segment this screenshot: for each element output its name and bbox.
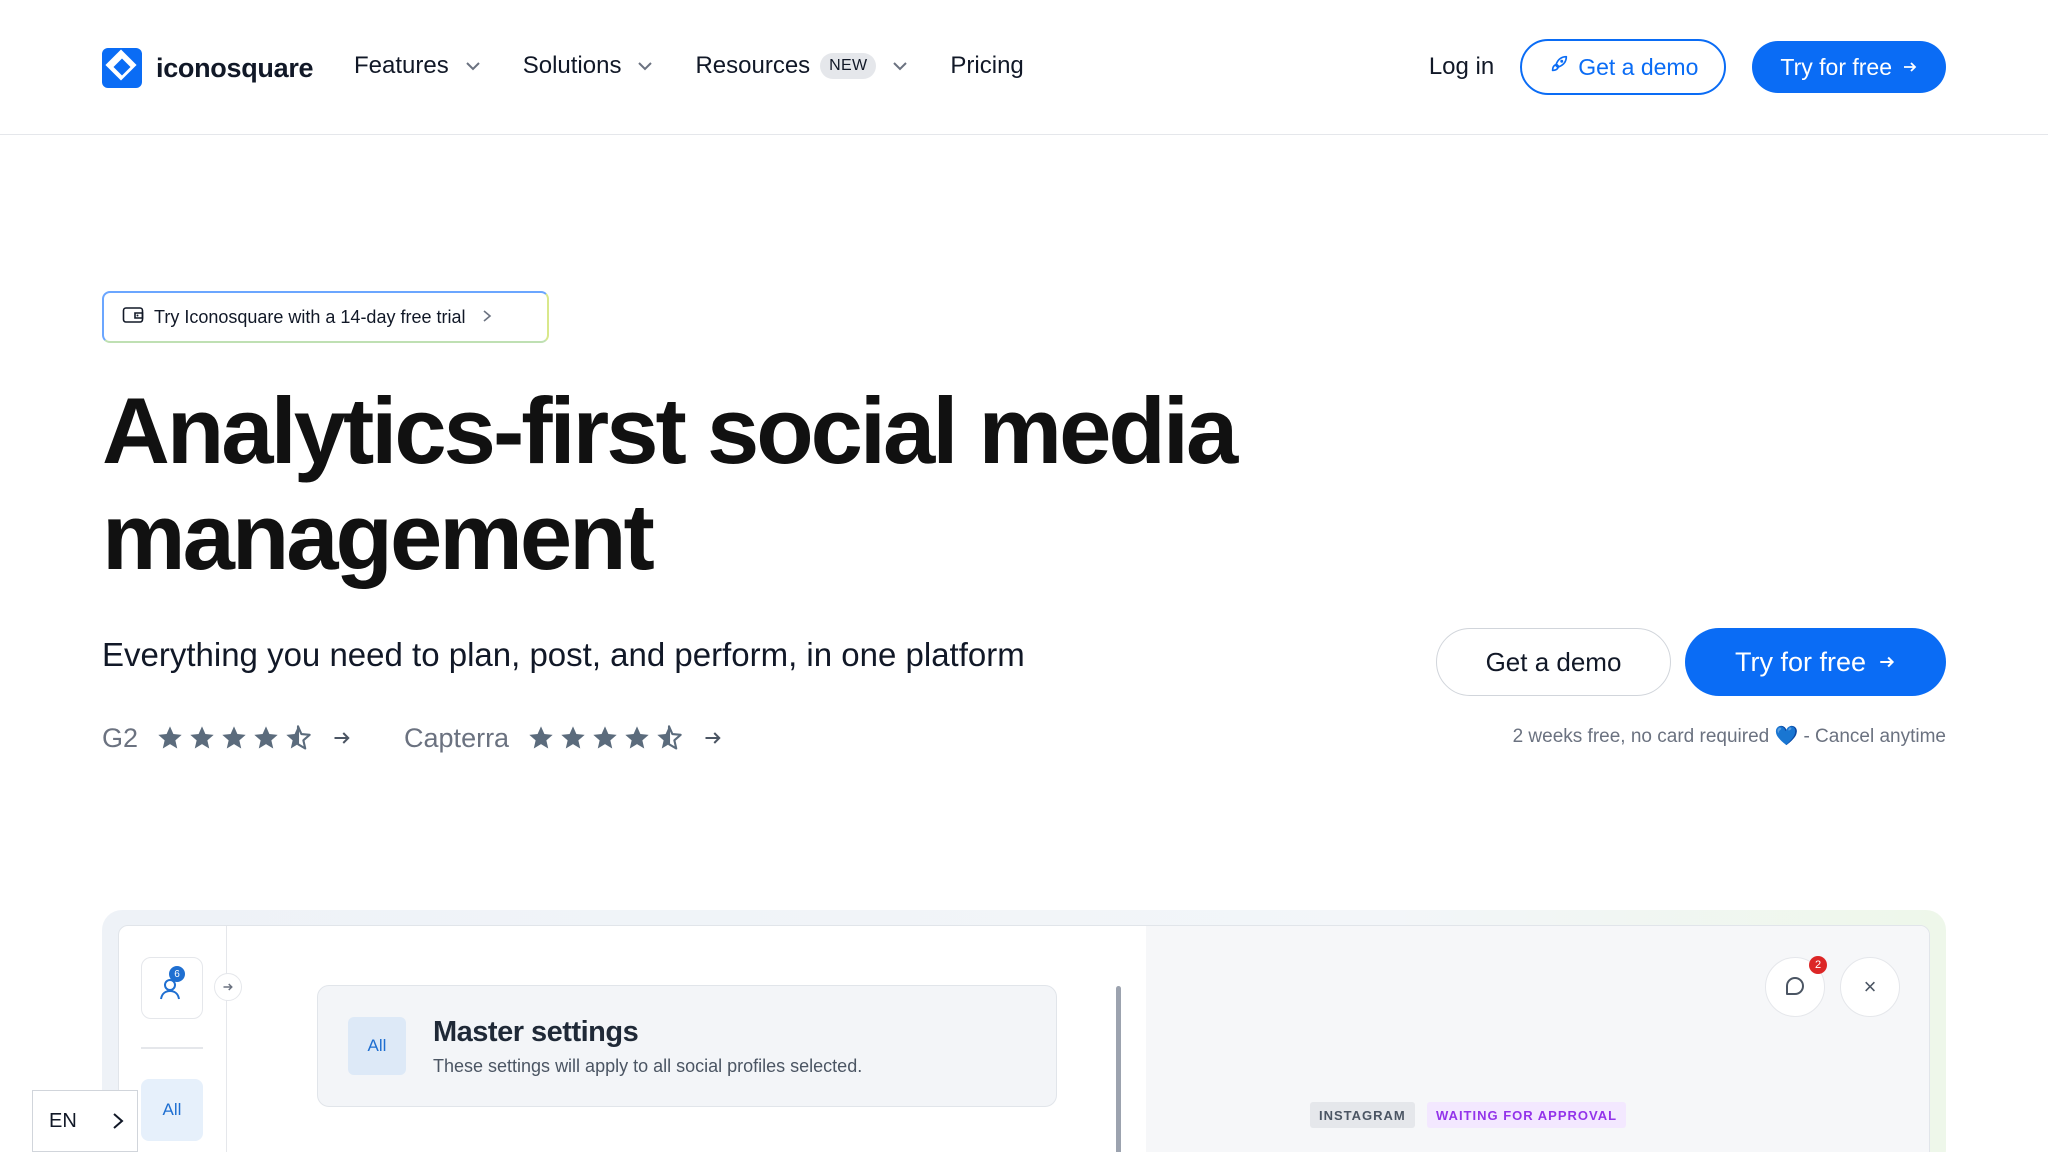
hero-get-demo-button[interactable]: Get a demo bbox=[1436, 628, 1671, 696]
all-badge: All bbox=[348, 1017, 406, 1075]
arrow-right-icon bbox=[705, 732, 721, 744]
nav-get-demo-button[interactable]: Get a demo bbox=[1520, 39, 1727, 95]
chevron-down-icon bbox=[463, 56, 483, 76]
menu-label: Resources bbox=[695, 52, 811, 79]
rating-source: G2 bbox=[102, 722, 139, 753]
star-icon bbox=[158, 726, 182, 749]
cta-note-text: 2 weeks free, no card required bbox=[1512, 726, 1770, 747]
divider bbox=[141, 1047, 203, 1049]
nav-try-free-label: Try for free bbox=[1780, 53, 1892, 80]
menu-label: Pricing bbox=[950, 52, 1024, 79]
nav-try-free-button[interactable]: Try for free bbox=[1752, 41, 1946, 93]
logo-text: iconosquare bbox=[156, 52, 314, 83]
free-trial-text: Try Iconosquare with a 14-day free trial bbox=[154, 306, 466, 327]
close-button[interactable]: × bbox=[1840, 957, 1900, 1017]
page-headline: Analytics-first social media management bbox=[102, 378, 1238, 589]
page-subheadline: Everything you need to plan, post, and p… bbox=[102, 636, 1025, 673]
ratings-row: G2 Capterra bbox=[102, 718, 775, 758]
rating-source: Capterra bbox=[404, 722, 510, 753]
language-selector[interactable]: EN bbox=[32, 1090, 138, 1152]
hero-cta-group: Get a demo Try for free bbox=[1436, 628, 1946, 696]
arrow-right-icon bbox=[1902, 54, 1918, 81]
network-tag: INSTAGRAM bbox=[1310, 1102, 1415, 1128]
rating-capterra[interactable]: Capterra bbox=[404, 723, 723, 754]
master-settings-card[interactable]: All Master settings These settings will … bbox=[317, 985, 1057, 1107]
login-link[interactable]: Log in bbox=[1429, 53, 1494, 81]
star-icon bbox=[625, 726, 649, 749]
nav-get-demo-label: Get a demo bbox=[1578, 53, 1699, 80]
chat-bubble-icon bbox=[1786, 977, 1804, 995]
status-badge: WAITING FOR APPROVAL bbox=[1427, 1102, 1627, 1128]
menu-item-resources[interactable]: Resources NEW bbox=[695, 52, 910, 80]
product-preview: 6 All All Master settings These settings… bbox=[118, 925, 1930, 1152]
star-half-icon bbox=[286, 725, 311, 750]
logo-mark-icon bbox=[102, 48, 142, 88]
expand-sidebar-button[interactable] bbox=[214, 973, 242, 1001]
star-icon bbox=[222, 726, 246, 749]
logo[interactable]: iconosquare bbox=[102, 48, 314, 88]
menu-item-features[interactable]: Features bbox=[354, 52, 483, 80]
arrow-right-icon bbox=[223, 983, 233, 991]
cta-note-cancel: - Cancel anytime bbox=[1803, 726, 1946, 747]
free-trial-pill[interactable]: Try Iconosquare with a 14-day free trial bbox=[102, 291, 549, 343]
arrow-right-icon bbox=[334, 732, 350, 744]
star-rating bbox=[527, 724, 683, 752]
profile-count-badge: 6 bbox=[169, 966, 185, 982]
star-icon bbox=[593, 726, 617, 749]
comments-count-badge: 2 bbox=[1809, 956, 1827, 974]
star-half-icon bbox=[657, 725, 682, 750]
star-icon bbox=[254, 726, 278, 749]
hero-try-free-button[interactable]: Try for free bbox=[1685, 628, 1946, 696]
star-icon bbox=[190, 726, 214, 749]
menu-label: Features bbox=[354, 52, 449, 79]
master-settings-title: Master settings bbox=[433, 1016, 639, 1048]
chevron-down-icon bbox=[635, 56, 655, 76]
menu-item-pricing[interactable]: Pricing bbox=[950, 52, 1023, 80]
nav-actions: Log in Get a demo Try for free bbox=[1429, 39, 1946, 95]
cta-note: 2 weeks free, no card required 💙 - Cance… bbox=[1513, 724, 1946, 748]
new-badge: NEW bbox=[820, 53, 877, 79]
star-rating bbox=[156, 724, 312, 752]
language-code: EN bbox=[49, 1109, 77, 1132]
menu-item-solutions[interactable]: Solutions bbox=[523, 52, 656, 80]
main-menu: Features Solutions Resources NEW Pricing bbox=[354, 48, 1064, 84]
chevron-right-icon bbox=[481, 307, 493, 328]
rocket-icon bbox=[1548, 53, 1570, 81]
wallet-icon bbox=[122, 305, 144, 330]
master-settings-description: These settings will apply to all social … bbox=[433, 1056, 863, 1076]
top-nav: iconosquare Features Solutions Resources… bbox=[0, 0, 2048, 135]
menu-label: Solutions bbox=[522, 52, 622, 79]
arrow-right-icon bbox=[1880, 656, 1895, 668]
chevron-down-icon bbox=[890, 56, 910, 76]
scrollbar[interactable] bbox=[1116, 986, 1121, 1152]
star-icon bbox=[561, 726, 585, 749]
hero-try-free-label: Try for free bbox=[1734, 646, 1867, 677]
all-profiles-button[interactable]: All bbox=[141, 1079, 203, 1141]
chevron-right-icon bbox=[113, 1113, 124, 1129]
blue-heart-icon: 💙 bbox=[1774, 726, 1799, 747]
rating-g2[interactable]: G2 bbox=[102, 723, 352, 754]
star-icon bbox=[529, 726, 553, 749]
